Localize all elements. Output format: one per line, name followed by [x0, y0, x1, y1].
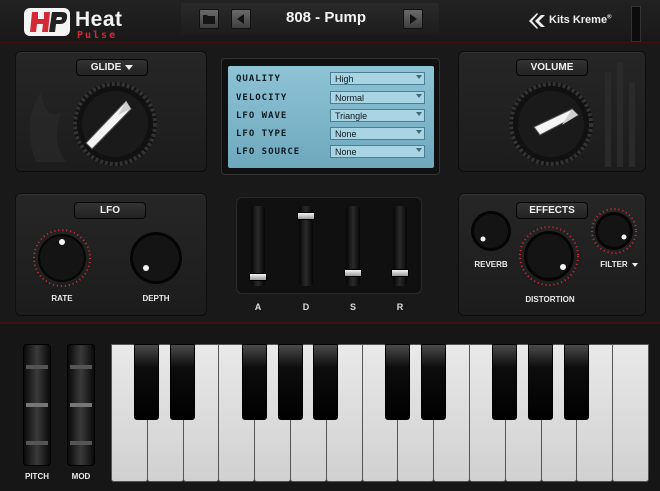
- settings-screen: QUALITY High VELOCITY Normal LFO WAVE Tr…: [228, 66, 434, 168]
- piano-black-key[interactable]: [420, 344, 446, 420]
- piano-black-key[interactable]: [563, 344, 589, 420]
- lfo-depth-knob[interactable]: [128, 230, 184, 286]
- sustain-label: S: [349, 302, 356, 312]
- brand-name: Kits Kreme®: [549, 14, 612, 26]
- chevron-down-icon: [416, 112, 422, 116]
- glide-knob[interactable]: [72, 81, 158, 167]
- chevron-down-icon: [125, 64, 134, 70]
- hp-logo-icon: [24, 8, 70, 36]
- release-label: R: [396, 302, 404, 312]
- logo-title: Heat: [75, 8, 123, 31]
- depth-label: DEPTH: [142, 294, 170, 303]
- attack-label: A: [254, 302, 262, 312]
- lfo-type-label: LFO TYPE: [236, 129, 288, 139]
- header-bar: Heat Pulse 808 - Pump Kits Kreme®: [0, 0, 660, 43]
- header-scroll-handle[interactable]: [631, 6, 641, 42]
- distortion-label: DISTORTION: [525, 295, 575, 304]
- wheel-ridge: [70, 365, 92, 369]
- lfo-wave-row: LFO WAVE Triangle: [228, 108, 434, 124]
- preset-bar: 808 - Pump: [181, 3, 439, 35]
- kits-kreme-icon: [529, 13, 545, 29]
- wheel-ridge: [26, 441, 48, 445]
- lfo-wave-select[interactable]: Triangle: [330, 109, 425, 122]
- piano-black-key[interactable]: [170, 344, 196, 420]
- volume-label: VOLUME: [516, 59, 588, 76]
- glide-dropdown[interactable]: GLIDE: [76, 59, 148, 76]
- quality-select[interactable]: High: [330, 72, 425, 85]
- sustain-slider-handle[interactable]: [344, 269, 362, 278]
- open-preset-folder-button[interactable]: [199, 9, 219, 29]
- piano-black-key[interactable]: [492, 344, 518, 420]
- triangle-right-icon: [410, 14, 417, 24]
- pitch-wheel[interactable]: [23, 344, 51, 466]
- quality-label: QUALITY: [236, 74, 281, 84]
- lfo-type-select[interactable]: None: [330, 127, 425, 140]
- wheel-ridge: [70, 403, 92, 407]
- wheel-ridge: [26, 365, 48, 369]
- velocity-select[interactable]: Normal: [330, 91, 425, 104]
- next-preset-button[interactable]: [403, 9, 423, 29]
- piano-black-key[interactable]: [313, 344, 339, 420]
- piano-black-key[interactable]: [277, 344, 303, 420]
- reverb-label: REVERB: [474, 260, 508, 269]
- preset-name[interactable]: 808 - Pump: [271, 9, 381, 26]
- lfo-type-row: LFO TYPE None: [228, 126, 434, 142]
- wheel-ridge: [70, 441, 92, 445]
- distortion-knob[interactable]: [518, 225, 580, 287]
- heat-pulse-logo: Heat Pulse: [22, 6, 172, 41]
- filter-dropdown[interactable]: FILTER: [594, 260, 644, 269]
- wheel-ridge: [26, 403, 48, 407]
- mod-wheel[interactable]: [67, 344, 95, 466]
- chevron-down-icon: [416, 75, 422, 79]
- triangle-left-icon: [237, 14, 244, 24]
- lfo-source-select[interactable]: None: [330, 145, 425, 158]
- decay-label: D: [302, 302, 310, 312]
- pitch-label: PITCH: [25, 472, 49, 481]
- velocity-label: VELOCITY: [236, 93, 288, 103]
- lfo-source-label: LFO SOURCE: [236, 147, 301, 157]
- lfo-source-row: LFO SOURCE None: [228, 144, 434, 160]
- piano-black-key[interactable]: [134, 344, 160, 420]
- filter-knob[interactable]: [590, 207, 638, 255]
- attack-slider-handle[interactable]: [249, 272, 267, 281]
- lfo-wave-label: LFO WAVE: [236, 111, 288, 121]
- heat-pulse-plugin: Heat Pulse 808 - Pump Kits Kreme® GLIDE …: [0, 0, 660, 491]
- folder-icon: [203, 15, 215, 24]
- effects-label: EFFECTS: [516, 202, 588, 219]
- decay-slider-handle[interactable]: [297, 211, 315, 220]
- mod-label: MOD: [71, 472, 91, 481]
- piano-white-key[interactable]: [612, 344, 649, 482]
- lfo-rate-knob[interactable]: [32, 228, 92, 288]
- piano-black-key[interactable]: [384, 344, 410, 420]
- piano-black-key[interactable]: [528, 344, 554, 420]
- chevron-down-icon: [416, 148, 422, 152]
- piano-black-key[interactable]: [241, 344, 267, 420]
- previous-preset-button[interactable]: [231, 9, 251, 29]
- chevron-down-icon: [416, 94, 422, 98]
- reverb-knob[interactable]: [470, 210, 512, 252]
- volume-knob[interactable]: [508, 81, 594, 167]
- chevron-down-icon: [416, 130, 422, 134]
- chevron-down-icon: [631, 262, 638, 267]
- lfo-label: LFO: [74, 202, 146, 219]
- rate-label: RATE: [51, 294, 73, 303]
- release-slider-handle[interactable]: [391, 269, 409, 278]
- quality-row: QUALITY High: [228, 71, 434, 87]
- logo-subtitle: Pulse: [77, 30, 118, 41]
- velocity-row: VELOCITY Normal: [228, 90, 434, 106]
